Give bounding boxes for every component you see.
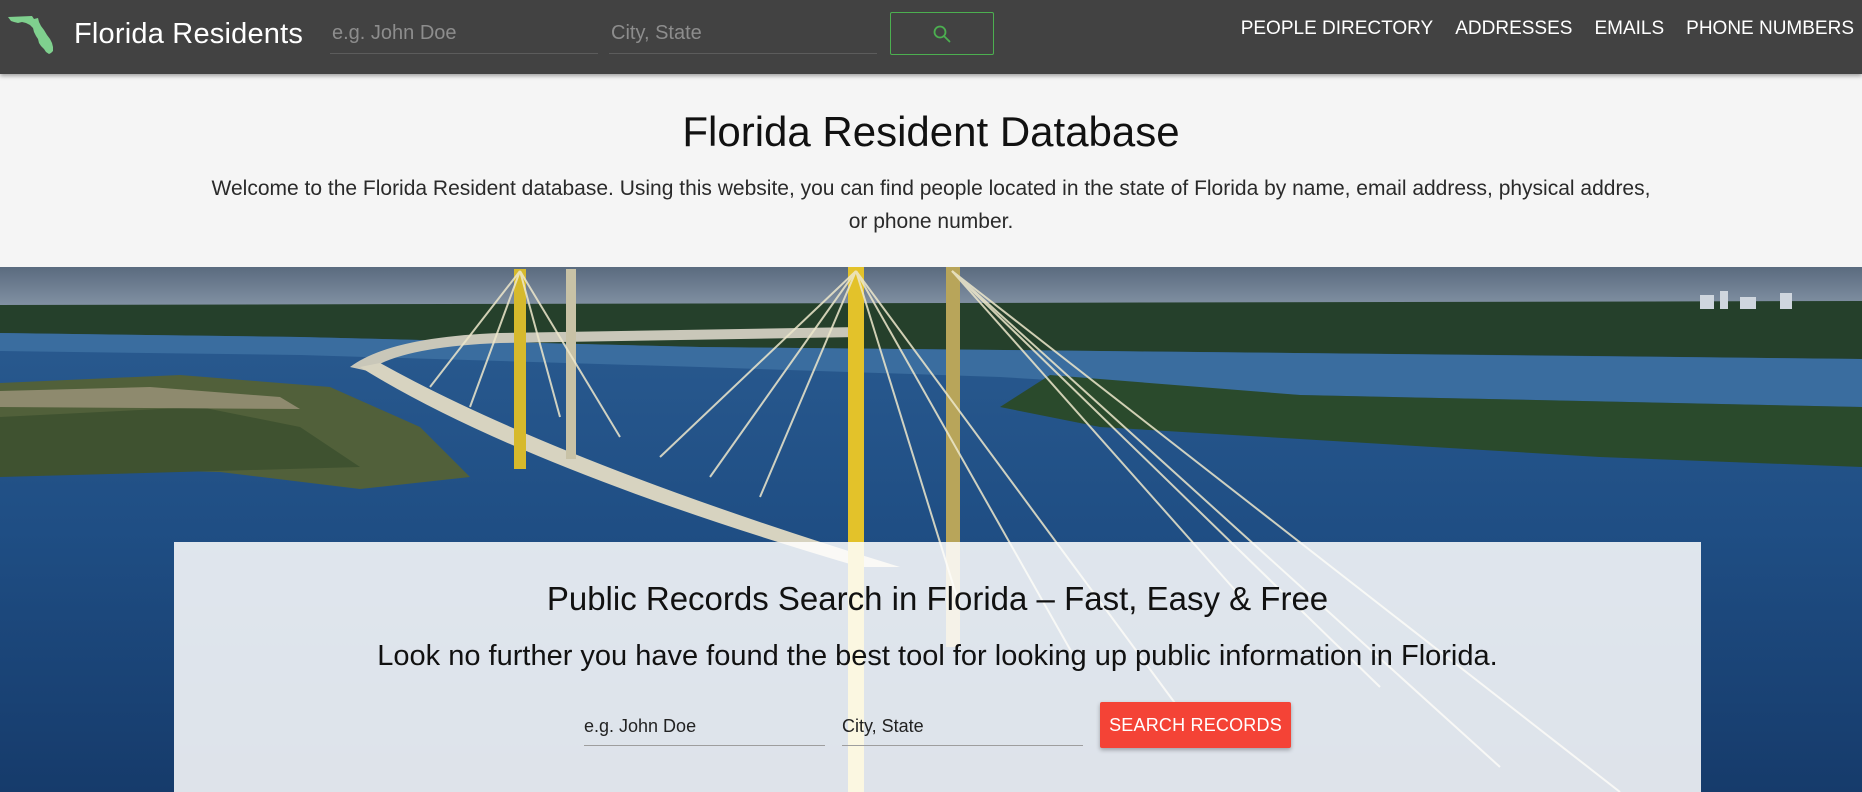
intro-section: Florida Resident Database Welcome to the… (0, 74, 1862, 267)
search-card: Public Records Search in Florida – Fast,… (174, 542, 1701, 792)
nav-location-search-input[interactable] (609, 14, 877, 54)
nav-name-search-input[interactable] (330, 14, 598, 54)
search-card-subheading: Look no further you have found the best … (377, 640, 1498, 672)
nav-link-addresses[interactable]: ADDRESSES (1444, 18, 1583, 40)
nav-search-button[interactable] (890, 12, 994, 55)
search-icon (933, 25, 951, 42)
name-search-input[interactable] (584, 708, 825, 746)
search-records-button[interactable]: SEARCH RECORDS (1100, 702, 1291, 748)
florida-state-icon (8, 16, 53, 54)
search-card-heading: Public Records Search in Florida – Fast,… (546, 580, 1329, 617)
nav-link-phone-numbers[interactable]: PHONE NUMBERS (1675, 18, 1862, 40)
hero-section: Public Records Search in Florida – Fast,… (0, 267, 1862, 792)
location-search-input[interactable] (842, 708, 1083, 746)
search-form: SEARCH RECORDS (174, 700, 1701, 750)
page-title: Florida Resident Database (682, 108, 1180, 155)
top-navbar: Florida Residents PEOPLE DIRECTORY ADDRE… (0, 0, 1862, 74)
nav-links: PEOPLE DIRECTORY ADDRESSES EMAILS PHONE … (1230, 0, 1862, 58)
intro-description: Welcome to the Florida Resident database… (211, 177, 1651, 233)
nav-link-emails[interactable]: EMAILS (1583, 18, 1675, 40)
brand-link[interactable]: Florida Residents (8, 12, 303, 56)
nav-link-people-directory[interactable]: PEOPLE DIRECTORY (1230, 18, 1445, 40)
brand-title: Florida Residents (74, 17, 304, 50)
